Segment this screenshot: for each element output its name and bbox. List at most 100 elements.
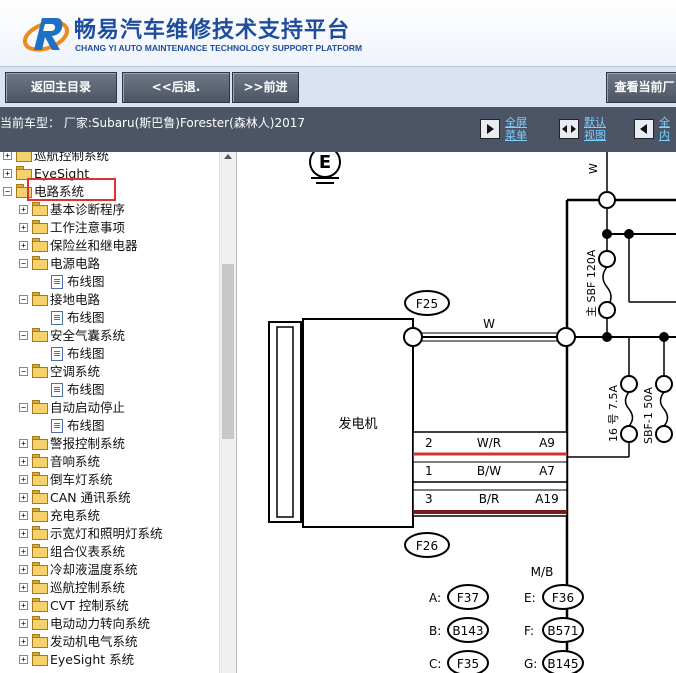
tree-item[interactable]: − 接地电路 xyxy=(0,291,219,309)
tree-item[interactable]: + 发动机电气系统 xyxy=(0,633,219,651)
default-view-label[interactable]: 默认 视图 xyxy=(584,116,606,142)
expand-icon[interactable]: + xyxy=(3,169,12,178)
default-view-tool[interactable]: 默认 视图 xyxy=(559,116,619,146)
tree-item-label: 安全气囊系统 xyxy=(50,328,126,343)
fullscreen-menu-label[interactable]: 全屏 菜单 xyxy=(505,116,527,142)
folder-icon xyxy=(32,580,48,594)
tree-item[interactable]: + 巡航控制系统 xyxy=(0,579,219,597)
tree-item-label: CAN 通讯系统 xyxy=(50,490,131,505)
folder-icon xyxy=(32,526,48,540)
fuse-16-label: 16 号 7.5A xyxy=(607,385,620,442)
expand-icon[interactable]: + xyxy=(19,511,28,520)
fullscreen-menu-tool[interactable]: 全屏 菜单 xyxy=(480,116,540,146)
tree-item[interactable]: − 电源电路 xyxy=(0,255,219,273)
tree-item[interactable]: 布线图 xyxy=(0,381,219,399)
ref-key: G: xyxy=(524,657,537,671)
pin-num: 3 xyxy=(425,492,433,506)
ground-symbol: E xyxy=(309,152,341,184)
collapse-icon[interactable]: − xyxy=(19,295,28,304)
home-button[interactable]: 返回主目录 xyxy=(5,72,117,103)
scroll-up-icon[interactable] xyxy=(224,154,232,159)
tree-item[interactable]: + 电动动力转向系统 xyxy=(0,615,219,633)
tree-item[interactable]: + 示宽灯和照明灯系统 xyxy=(0,525,219,543)
tree-item[interactable]: − 安全气囊系统 xyxy=(0,327,219,345)
expand-icon[interactable]: + xyxy=(19,619,28,628)
document-icon xyxy=(51,275,63,289)
expand-icon[interactable]: + xyxy=(19,439,28,448)
tree-item[interactable]: + 组合仪表系统 xyxy=(0,543,219,561)
tree-item[interactable]: 布线图 xyxy=(0,309,219,327)
collapse-icon[interactable]: − xyxy=(19,403,28,412)
tree-item[interactable]: + CAN 通讯系统 xyxy=(0,489,219,507)
tree-item[interactable]: + 基本诊断程序 xyxy=(0,201,219,219)
tree-item-label: 布线图 xyxy=(67,274,105,289)
full-content-label[interactable]: 全 内 xyxy=(659,116,670,142)
view-current-button[interactable]: 查看当前厂 xyxy=(606,72,676,103)
forward-button[interactable]: >>前进 xyxy=(232,72,299,103)
expand-icon[interactable]: + xyxy=(19,223,28,232)
collapse-icon[interactable]: − xyxy=(19,259,28,268)
ref-list: A: F37 E: F36 B: B143 F: B571 C: F35 G: B145 xyxy=(429,584,584,673)
expand-icon[interactable]: + xyxy=(19,655,28,664)
wire-w-mid: W xyxy=(483,317,495,331)
expand-icon[interactable]: + xyxy=(19,205,28,214)
wire-w-top: W xyxy=(587,163,600,174)
expand-icon[interactable]: + xyxy=(19,241,28,250)
expand-icon[interactable]: + xyxy=(19,529,28,538)
ref-value: B571 xyxy=(547,624,578,638)
collapse-icon[interactable]: − xyxy=(3,187,12,196)
tree-item-label: 布线图 xyxy=(67,346,105,361)
tree-item[interactable]: + 巡航控制系统 xyxy=(0,152,219,165)
tree-item[interactable]: + 充电系统 xyxy=(0,507,219,525)
tree-item[interactable]: + 冷却液温度系统 xyxy=(0,561,219,579)
tree-item[interactable]: + 保险丝和继电器 xyxy=(0,237,219,255)
expand-icon[interactable]: + xyxy=(19,493,28,502)
nav-toolbar: 返回主目录 <<后退. >>前进 查看当前厂 xyxy=(0,66,676,108)
tree-item-label: CVT 控制系统 xyxy=(50,598,129,613)
collapse-icon[interactable]: − xyxy=(19,367,28,376)
tree-item[interactable]: + CVT 控制系统 xyxy=(0,597,219,615)
tree-item[interactable]: + 音响系统 xyxy=(0,453,219,471)
tree-item-label: 电动动力转向系统 xyxy=(50,616,151,631)
folder-icon xyxy=(32,202,48,216)
folder-icon xyxy=(32,400,48,414)
scroll-thumb[interactable] xyxy=(222,264,234,439)
expand-icon[interactable]: + xyxy=(19,547,28,556)
expand-icon[interactable]: + xyxy=(19,475,28,484)
folder-icon xyxy=(32,490,48,504)
expand-icon[interactable]: + xyxy=(3,152,12,160)
pin-num: 1 xyxy=(425,464,433,478)
collapse-icon[interactable]: − xyxy=(19,331,28,340)
document-icon xyxy=(51,347,63,361)
expand-icon[interactable]: + xyxy=(19,637,28,646)
app-subtitle: CHANG YI AUTO MAINTENANCE TECHNOLOGY SUP… xyxy=(75,43,363,53)
tree-item[interactable]: 布线图 xyxy=(0,417,219,435)
tree-item[interactable]: − 自动启动停止 xyxy=(0,399,219,417)
tree-item[interactable]: 布线图 xyxy=(0,345,219,363)
ref-key: B: xyxy=(429,624,441,638)
tree-item[interactable]: + 工作注意事项 xyxy=(0,219,219,237)
tree-item[interactable]: − 空调系统 xyxy=(0,363,219,381)
back-button[interactable]: <<后退. xyxy=(122,72,230,103)
full-content-tool[interactable]: 全 内 xyxy=(634,116,676,146)
folder-icon xyxy=(32,652,48,666)
tree-item-label: 巡航控制系统 xyxy=(34,152,110,163)
expand-icon xyxy=(559,119,579,139)
document-icon xyxy=(51,311,63,325)
tree-item[interactable]: 布线图 xyxy=(0,273,219,291)
expand-icon[interactable]: + xyxy=(19,457,28,466)
expand-icon[interactable]: + xyxy=(19,565,28,574)
tree-item-label: 充电系统 xyxy=(50,508,101,523)
tree-item-label: 接地电路 xyxy=(50,292,101,307)
tree-item[interactable]: + 倒车灯系统 xyxy=(0,471,219,489)
expand-icon[interactable]: + xyxy=(19,583,28,592)
folder-icon xyxy=(32,238,48,252)
ref-value: B143 xyxy=(452,624,483,638)
tree-item[interactable]: + EyeSight 系统 xyxy=(0,651,219,669)
tree-scrollbar[interactable] xyxy=(219,152,237,673)
tree-item[interactable]: + 警报控制系统 xyxy=(0,435,219,453)
app-header: 畅易汽车维修技术支持平台 CHANG YI AUTO MAINTENANCE T… xyxy=(0,0,676,66)
folder-icon xyxy=(32,616,48,630)
ref-key: E: xyxy=(524,591,536,605)
expand-icon[interactable]: + xyxy=(19,601,28,610)
